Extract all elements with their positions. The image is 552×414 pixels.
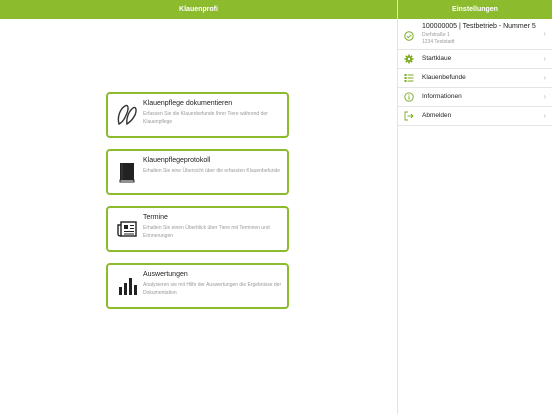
main-header: Klauenprofi: [0, 0, 397, 19]
list-icon: [404, 73, 414, 83]
card-evaluations[interactable]: Auswertungen Analysieren sie mit Hilfe d…: [106, 263, 289, 309]
chevron-right-icon: ›: [543, 54, 546, 63]
chevron-right-icon: ›: [543, 73, 546, 82]
card-document-hoof-care[interactable]: Klauenpflege dokumentieren Erfassen Sie …: [106, 92, 289, 138]
menu-item-label: Klauenbefunde: [422, 74, 466, 81]
info-icon: [404, 92, 414, 102]
card-title: Klauenpflege dokumentieren: [143, 100, 233, 107]
menu-item-label: Startklaue: [422, 55, 452, 62]
organization-row[interactable]: 100000005 | Testbetrieb - Nummer 5 Dorfs…: [398, 19, 552, 50]
card-description: Erfassen Sie die Klauenbefunde Ihrer Tie…: [143, 111, 268, 125]
gear-icon: [404, 54, 414, 64]
card-appointments[interactable]: Termine Erhalten Sie einen Überblick übe…: [106, 206, 289, 252]
hoof-icon: [116, 103, 138, 127]
menu-item-informationen[interactable]: Informationen ›: [398, 88, 552, 107]
bar-chart-icon: [116, 274, 138, 298]
logout-icon: [404, 111, 414, 121]
app-title: Klauenprofi: [179, 6, 218, 13]
menu-item-label: Abmelden: [422, 112, 452, 119]
chevron-right-icon: ›: [543, 92, 546, 101]
organization-city: 1234 Teststadt: [422, 39, 455, 45]
card-title: Termine: [143, 214, 168, 221]
check-circle-icon: [404, 28, 414, 46]
organization-name: 100000005 | Testbetrieb - Nummer 5: [422, 23, 536, 30]
organization-street: Dorfstraße 1: [422, 32, 450, 38]
newspaper-icon: [116, 217, 138, 241]
chevron-right-icon: ›: [543, 29, 546, 38]
menu-item-startklaue[interactable]: Startklaue ›: [398, 50, 552, 69]
menu-item-label: Informationen: [422, 93, 462, 100]
card-title: Klauenpflegeprotokoll: [143, 157, 211, 164]
settings-panel: 100000005 | Testbetrieb - Nummer 5 Dorfs…: [398, 19, 552, 126]
settings-header: Einstellungen: [398, 0, 552, 19]
card-description: Analysieren sie mit Hilfe der Auswertung…: [143, 282, 282, 296]
card-hoof-care-protocol[interactable]: Klauenpflegeprotokoll Erhalten Sie eine …: [106, 149, 289, 195]
book-icon: [116, 160, 138, 184]
card-description: Erhalten Sie eine Übersicht über die erf…: [143, 168, 281, 174]
menu-item-klauenbefunde[interactable]: Klauenbefunde ›: [398, 69, 552, 88]
main-content: Klauenpflege dokumentieren Erfassen Sie …: [0, 19, 397, 414]
card-description: Erhalten Sie einen Überblick über Tiere …: [143, 225, 270, 239]
settings-title: Einstellungen: [452, 6, 498, 13]
card-title: Auswertungen: [143, 271, 188, 278]
chevron-right-icon: ›: [543, 111, 546, 120]
menu-item-abmelden[interactable]: Abmelden ›: [398, 107, 552, 126]
